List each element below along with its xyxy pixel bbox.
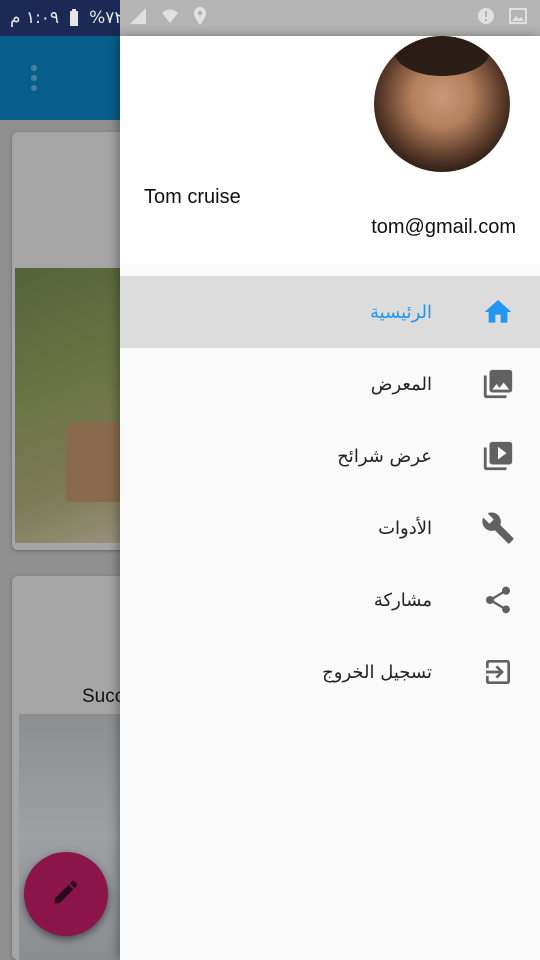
image-notification-icon — [508, 6, 528, 30]
wifi-icon — [160, 6, 180, 30]
more-vert-icon[interactable] — [22, 60, 46, 96]
menu-item-label: الرئيسية — [370, 301, 432, 323]
menu-item-home[interactable]: الرئيسية — [120, 276, 540, 348]
home-icon — [480, 294, 516, 330]
pencil-icon — [51, 877, 81, 911]
menu-item-gallery[interactable]: المعرض — [120, 348, 540, 420]
clock-text: ١:٠٩ م — [10, 8, 60, 28]
menu-item-label: عرض شرائح — [337, 445, 432, 467]
user-avatar[interactable] — [374, 36, 510, 172]
card-title: Succ — [82, 686, 125, 707]
menu-item-logout[interactable]: تسجيل الخروج — [120, 636, 540, 708]
drawer-menu: الرئيسية المعرض عرض شرائح الأدوات مشاركة — [120, 276, 540, 708]
tools-icon — [480, 510, 516, 546]
menu-item-label: الأدوات — [378, 517, 432, 539]
slideshow-icon — [480, 438, 516, 474]
battery-icon — [65, 9, 83, 27]
user-email: tom@gmail.com — [371, 216, 516, 238]
menu-item-label: مشاركة — [373, 589, 432, 611]
card-photo-object — [66, 422, 126, 502]
menu-item-tools[interactable]: الأدوات — [120, 492, 540, 564]
signal-icon — [128, 6, 148, 30]
edit-fab-button[interactable] — [24, 852, 108, 936]
avatar-hair — [394, 36, 490, 76]
location-icon — [192, 6, 208, 30]
gallery-icon — [480, 366, 516, 402]
menu-item-label: المعرض — [370, 373, 432, 395]
logout-icon — [480, 654, 516, 690]
navigation-drawer: Tom cruise tom@gmail.com الرئيسية المعرض… — [120, 36, 540, 960]
user-name: Tom cruise — [144, 186, 241, 208]
menu-item-slideshow[interactable]: عرض شرائح — [120, 420, 540, 492]
notification-icon — [476, 6, 496, 30]
battery-percent-text: %٧٢ — [89, 8, 124, 28]
menu-item-share[interactable]: مشاركة — [120, 564, 540, 636]
status-bar: ١:٠٩ م %٧٢ — [0, 0, 540, 36]
drawer-header: Tom cruise tom@gmail.com — [120, 36, 540, 264]
status-left: ١:٠٩ م %٧٢ — [0, 8, 123, 28]
status-icons-strip — [120, 0, 540, 36]
menu-item-label: تسجيل الخروج — [322, 661, 432, 683]
share-icon — [480, 582, 516, 618]
